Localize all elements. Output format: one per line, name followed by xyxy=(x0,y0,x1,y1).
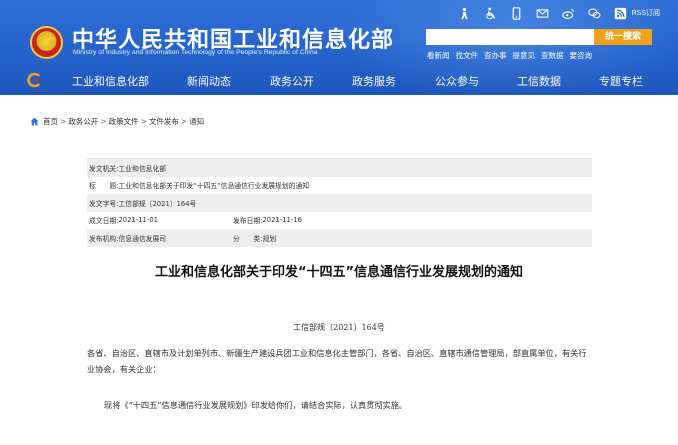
info-row-org: 发布机构: 信息通信发展司 分 类: 规划 xyxy=(87,229,592,247)
title-label: 标 题: xyxy=(89,182,119,191)
breadcrumb-separator: > xyxy=(60,117,67,126)
info-row-title: 标 题: 工业和信息化部关于印发“十四五”信息通信行业发展规划的通知 xyxy=(87,177,592,195)
main-nav: 工业和信息化部 新闻动态 政务公开 政务服务 公众参与 工信数据 专题专栏 xyxy=(0,66,678,95)
nav-item-miit[interactable]: 工业和信息化部 xyxy=(72,73,149,89)
nav-item-special-topics[interactable]: 专题专栏 xyxy=(599,73,643,89)
home-icon[interactable] xyxy=(30,117,39,126)
national-emblem-logo[interactable] xyxy=(30,26,63,59)
rss-label[interactable]: RSS订阅 xyxy=(632,8,660,18)
quick-link-files[interactable]: 找文件 xyxy=(456,50,479,61)
breadcrumb-file-release[interactable]: 文件发布 xyxy=(149,116,179,127)
document-info-table: 发文机关: 工业和信息化部 标 题: 工业和信息化部关于印发“十四五”信息通信行… xyxy=(87,158,592,247)
accessibility-elder-icon[interactable] xyxy=(458,7,471,20)
wechat-icon[interactable] xyxy=(587,7,601,20)
created-label: 成文日期: xyxy=(89,217,119,226)
org-label: 发布机构: xyxy=(89,234,119,243)
info-row-dates: 成文日期: 2021-11-01 发布日期: 2021-11-16 xyxy=(87,212,592,230)
quick-link-consult[interactable]: 要咨询 xyxy=(570,50,593,61)
quick-link-news[interactable]: 看新闻 xyxy=(427,50,450,61)
nav-item-news[interactable]: 新闻动态 xyxy=(187,73,231,89)
breadcrumb-policy-files[interactable]: 政策文件 xyxy=(109,116,139,127)
info-row-issuer: 发文机关: 工业和信息化部 xyxy=(87,159,592,177)
rss-icon[interactable] xyxy=(614,7,627,20)
category-value: 规划 xyxy=(262,234,277,243)
category-label: 分 类: xyxy=(233,234,263,243)
quick-link-feedback[interactable]: 提意见 xyxy=(513,50,536,61)
breadcrumb-separator: > xyxy=(180,117,188,126)
issuer-value: 工业和信息化部 xyxy=(118,164,167,173)
org-value: 信息通信发展司 xyxy=(118,234,167,243)
breadcrumb: 首页 > 政务公开 > 政策文件 > 文件发布 > 通知 xyxy=(30,116,204,127)
nav-item-gov-services[interactable]: 政务服务 xyxy=(352,73,396,89)
docno-label: 发文字号: xyxy=(89,199,119,208)
title-value: 工业和信息化部关于印发“十四五”信息通信行业发展规划的通知 xyxy=(118,182,310,191)
site-header: 中华人民共和国工业和信息化部 Ministry of Industry and … xyxy=(0,0,678,95)
published-value: 2021-11-16 xyxy=(262,216,302,225)
published-label: 发布日期: xyxy=(233,217,263,226)
document-number: 工信部规〔2021〕164号 xyxy=(293,323,385,332)
accessibility-wheelchair-icon[interactable] xyxy=(484,7,497,20)
home-logo-icon[interactable] xyxy=(27,72,43,88)
created-value: 2021-11-01 xyxy=(118,216,158,225)
site-subtitle: Ministry of Industry and Information Tec… xyxy=(73,49,318,56)
unified-search-button[interactable]: 统一搜索 xyxy=(594,29,652,45)
docno-value: 工信部规〔2021〕164号 xyxy=(118,199,197,208)
mobile-icon[interactable] xyxy=(510,6,523,20)
breadcrumb-home[interactable]: 首页 xyxy=(43,116,58,127)
weibo-icon[interactable] xyxy=(561,7,575,20)
quick-link-services[interactable]: 查办事 xyxy=(484,50,507,61)
document-paragraph: 现将《“十四五”信息通信行业发展规划》印发给你们，请结合实际，认真贯彻实施。 xyxy=(104,400,408,410)
nav-item-gov-affairs[interactable]: 政务公开 xyxy=(270,73,314,89)
nav-item-public-participation[interactable]: 公众参与 xyxy=(435,73,479,89)
quick-link-data[interactable]: 查数据 xyxy=(541,50,564,61)
breadcrumb-notice[interactable]: 通知 xyxy=(189,116,204,127)
mail-icon[interactable] xyxy=(536,7,549,20)
nav-item-data[interactable]: 工信数据 xyxy=(517,73,561,89)
breadcrumb-gov-affairs[interactable]: 政务公开 xyxy=(68,116,98,127)
issuer-label: 发文机关: xyxy=(89,164,119,173)
search-input[interactable] xyxy=(426,29,594,45)
document-paragraph: 各省、自治区、直辖市及计划单列市、新疆生产建设兵团工业和信息化主管部门，各省、自… xyxy=(87,348,587,374)
breadcrumb-separator: > xyxy=(100,117,107,126)
quick-links: 看新闻 找文件 查办事 提意见 查数据 要咨询 xyxy=(427,50,592,61)
top-utility-icons: RSS订阅 xyxy=(458,6,660,20)
info-row-docno: 发文字号: 工信部规〔2021〕164号 xyxy=(87,194,592,212)
breadcrumb-separator: > xyxy=(140,117,147,126)
document-title: 工业和信息化部关于印发“十四五”信息通信行业发展规划的通知 xyxy=(154,265,524,280)
